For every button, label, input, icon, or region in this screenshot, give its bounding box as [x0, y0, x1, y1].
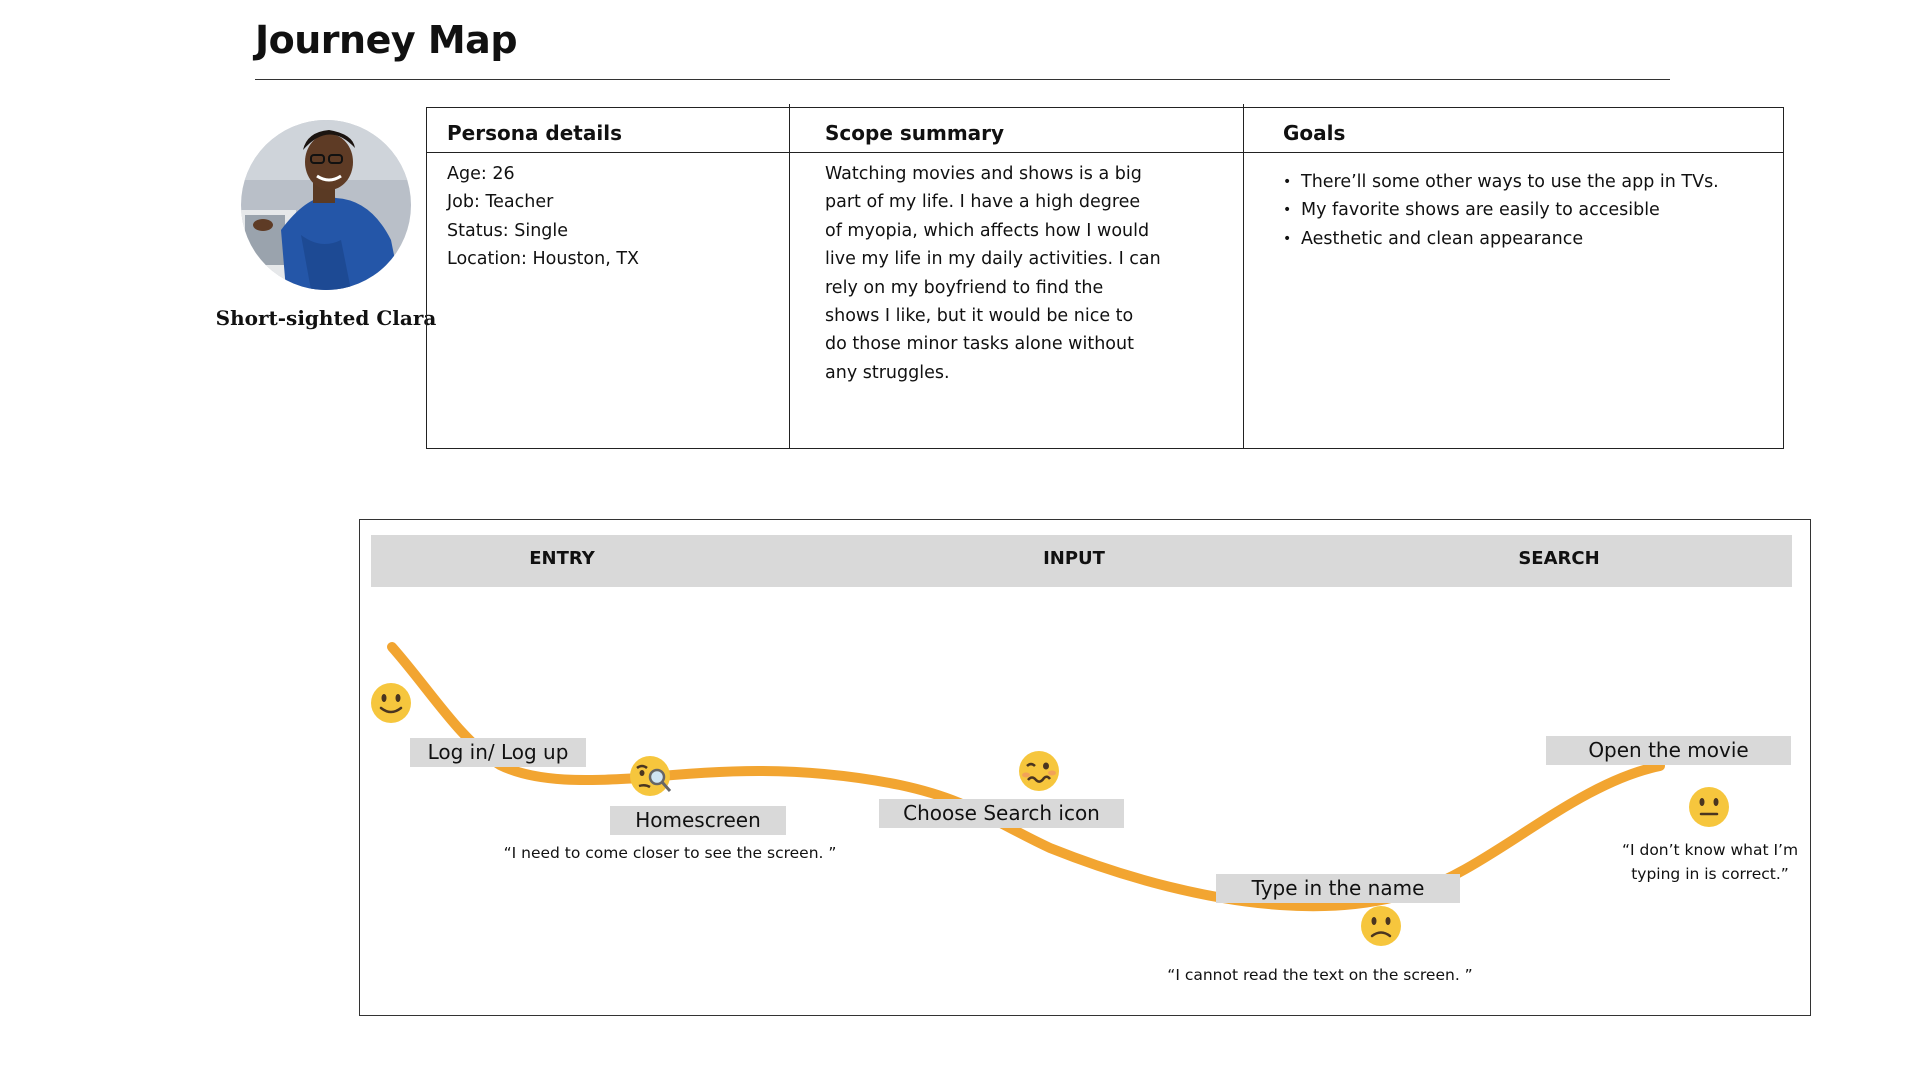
neutral-face-icon [1689, 787, 1729, 827]
step-homescreen: Homescreen [610, 806, 786, 835]
quote-homescreen: “I need to come closer to see the screen… [503, 844, 837, 862]
emotion-curve [387, 642, 1665, 912]
quote-open-movie: “I don’t know what I’m typing in is corr… [1621, 841, 1799, 883]
face-with-monocle-icon [630, 756, 672, 796]
step-choose-search: Choose Search icon [879, 799, 1124, 828]
frowning-face-icon [1361, 906, 1401, 946]
step-open-movie: Open the movie [1546, 736, 1791, 765]
smiling-face-icon [371, 683, 411, 723]
step-log-in: Log in/ Log up [410, 738, 586, 767]
step-type-name: Type in the name [1216, 874, 1460, 903]
woozy-face-icon [1019, 751, 1059, 791]
quote-type-name: “I cannot read the text on the screen. ” [1167, 966, 1473, 984]
